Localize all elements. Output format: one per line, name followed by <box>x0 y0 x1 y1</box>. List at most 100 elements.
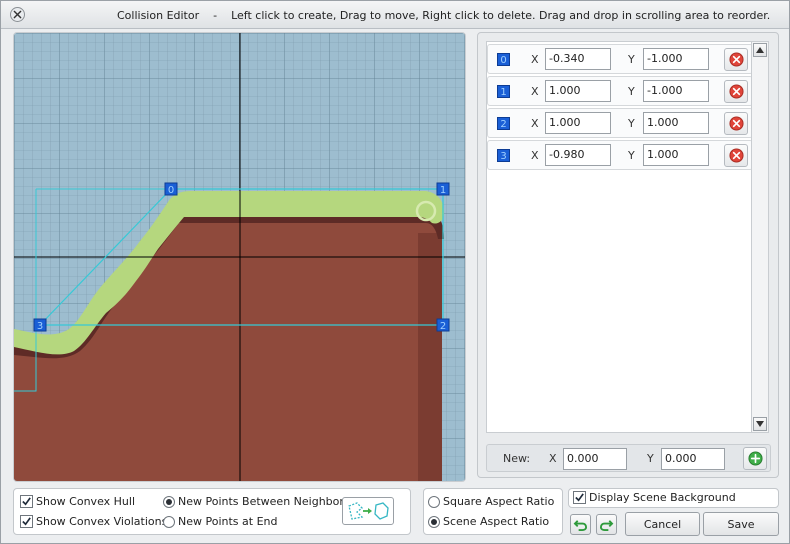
hull-options-group: Show Convex Hull Show Convex Violations … <box>13 488 411 535</box>
point-marker-1[interactable]: 1 <box>436 182 450 196</box>
delete-point-button[interactable] <box>724 112 748 135</box>
points-scrollbar[interactable] <box>751 41 769 433</box>
scroll-up-button[interactable] <box>753 43 767 57</box>
arrow-down-icon <box>756 421 764 427</box>
x-label: X <box>531 85 539 98</box>
point-row-3[interactable]: 3 X -0.980 Y 1.000 <box>487 140 753 170</box>
aspect-ratio-group: Square Aspect Ratio Scene Aspect Ratio <box>423 488 563 535</box>
show-convex-hull-label: Show Convex Hull <box>36 495 136 508</box>
terrain-dirt-shadow <box>418 233 442 481</box>
new-points-between-label: New Points Between Neighbors <box>178 495 350 508</box>
cancel-button[interactable]: Cancel <box>625 512 700 536</box>
x-label: X <box>531 149 539 162</box>
x-label: X <box>531 117 539 130</box>
points-panel: 0 X -0.340 Y -1.000 1 X 1.000 Y -1.000 2… <box>477 32 779 478</box>
point-x-field[interactable]: 1.000 <box>545 80 611 102</box>
display-scene-background-checkbox[interactable]: Display Scene Background <box>573 491 736 504</box>
point-row-2[interactable]: 2 X 1.000 Y 1.000 <box>487 108 753 138</box>
point-index-badge: 0 <box>497 53 510 66</box>
checkmark-icon <box>575 493 584 502</box>
point-index-badge: 2 <box>497 117 510 130</box>
delete-icon <box>728 148 744 163</box>
window-title-text: Collision Editor <box>117 9 200 22</box>
point-marker-0[interactable]: 0 <box>164 182 178 196</box>
points-scroll-area[interactable]: 0 X -0.340 Y -1.000 1 X 1.000 Y -1.000 2… <box>486 41 753 433</box>
arrow-up-icon <box>756 47 764 53</box>
window-hint-text: Left click to create, Drag to move, Righ… <box>231 9 771 22</box>
point-x-field[interactable]: 1.000 <box>545 112 611 134</box>
point-y-field[interactable]: -1.000 <box>643 48 709 70</box>
delete-point-button[interactable] <box>724 144 748 167</box>
checkbox-box <box>573 491 586 504</box>
delete-icon <box>728 84 744 99</box>
point-marker-3-label: 3 <box>37 321 43 332</box>
undo-icon <box>573 520 588 531</box>
delete-icon <box>728 52 744 67</box>
y-label: Y <box>628 149 635 162</box>
display-scene-background-label: Display Scene Background <box>589 491 736 504</box>
point-index-badge: 3 <box>497 149 510 162</box>
close-icon <box>13 10 22 19</box>
new-y-label: Y <box>647 452 654 465</box>
y-label: Y <box>628 85 635 98</box>
make-convex-button[interactable] <box>342 497 394 525</box>
new-point-y-field[interactable]: 0.000 <box>661 448 725 470</box>
new-x-label: X <box>549 452 557 465</box>
new-points-end-radio[interactable]: New Points at End <box>163 515 277 528</box>
radio-circle <box>428 495 440 508</box>
new-points-between-radio[interactable]: New Points Between Neighbors <box>163 495 350 508</box>
y-label: Y <box>628 53 635 66</box>
show-convex-hull-checkbox[interactable]: Show Convex Hull <box>20 495 135 508</box>
point-row-1[interactable]: 1 X 1.000 Y -1.000 <box>487 76 753 106</box>
save-button[interactable]: Save <box>703 512 779 536</box>
point-marker-0-label: 0 <box>168 185 174 196</box>
square-aspect-radio[interactable]: Square Aspect Ratio <box>428 495 554 508</box>
checkmark-icon <box>22 497 31 506</box>
collision-canvas[interactable]: 0 1 2 3 <box>13 32 466 482</box>
point-y-field[interactable]: 1.000 <box>643 144 709 166</box>
new-points-end-label: New Points at End <box>178 515 278 528</box>
add-icon <box>747 451 763 466</box>
close-window-button[interactable] <box>10 7 25 22</box>
display-background-group: Display Scene Background <box>568 488 779 508</box>
point-row-0[interactable]: 0 X -0.340 Y -1.000 <box>487 44 753 74</box>
scene-aspect-label: Scene Aspect Ratio <box>443 515 550 528</box>
point-marker-1-label: 1 <box>440 185 446 196</box>
collision-editor-window: Collision Editor - Left click to create, D… <box>0 0 790 544</box>
checkbox-box <box>20 495 33 508</box>
point-marker-3[interactable]: 3 <box>33 318 47 332</box>
redo-icon <box>599 520 614 531</box>
y-label: Y <box>628 117 635 130</box>
radio-circle <box>428 515 440 528</box>
point-marker-2-label: 2 <box>440 321 446 332</box>
radio-circle <box>163 515 175 528</box>
canvas-drawing[interactable]: 0 1 2 3 <box>14 33 465 481</box>
scene-aspect-radio[interactable]: Scene Aspect Ratio <box>428 515 549 528</box>
delete-icon <box>728 116 744 131</box>
show-convex-violations-checkbox[interactable]: Show Convex Violations <box>20 515 167 528</box>
new-point-row: New: X 0.000 Y 0.000 <box>486 444 771 472</box>
checkbox-box <box>20 515 33 528</box>
new-point-label: New: <box>503 452 531 465</box>
scroll-down-button[interactable] <box>753 417 767 431</box>
redo-button[interactable] <box>596 514 617 535</box>
point-y-field[interactable]: 1.000 <box>643 112 709 134</box>
square-aspect-label: Square Aspect Ratio <box>443 495 555 508</box>
show-convex-violations-label: Show Convex Violations <box>36 515 168 528</box>
delete-point-button[interactable] <box>724 48 748 71</box>
convex-transform-icon <box>348 502 389 520</box>
window-title: Collision Editor - Left click to create, D… <box>117 9 770 22</box>
checkmark-icon <box>22 517 31 526</box>
add-point-button[interactable] <box>743 447 767 470</box>
title-bar: Collision Editor - Left click to create, D… <box>1 1 789 29</box>
undo-button[interactable] <box>570 514 591 535</box>
delete-point-button[interactable] <box>724 80 748 103</box>
title-separator: - <box>213 9 218 22</box>
point-index-badge: 1 <box>497 85 510 98</box>
point-y-field[interactable]: -1.000 <box>643 80 709 102</box>
x-label: X <box>531 53 539 66</box>
new-point-x-field[interactable]: 0.000 <box>563 448 627 470</box>
point-x-field[interactable]: -0.340 <box>545 48 611 70</box>
point-x-field[interactable]: -0.980 <box>545 144 611 166</box>
point-marker-2[interactable]: 2 <box>436 318 450 332</box>
